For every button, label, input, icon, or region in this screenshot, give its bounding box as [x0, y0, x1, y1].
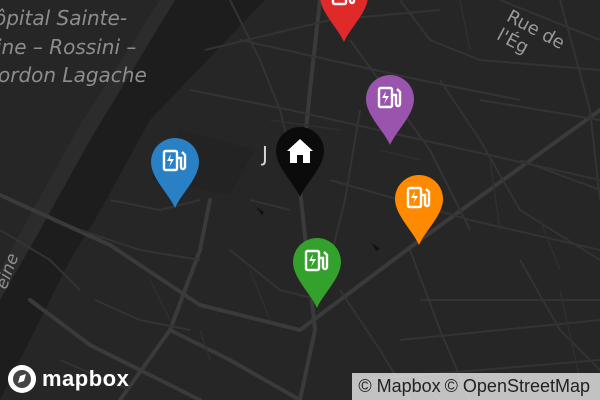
- osm-attribution-link[interactable]: © OpenStreetMap: [445, 376, 590, 397]
- ev-charger-marker-green[interactable]: [289, 234, 345, 310]
- ev-charging-icon: [293, 238, 341, 308]
- mapbox-logo-icon: [8, 365, 36, 393]
- ev-charging-icon: [320, 0, 368, 42]
- map-canvas[interactable]: [0, 0, 600, 400]
- area-label: ordon Lagache: [0, 63, 147, 87]
- ev-charger-marker-blue[interactable]: [147, 134, 203, 210]
- mapbox-attribution-link[interactable]: © Mapbox: [358, 376, 440, 397]
- home-icon: [276, 127, 324, 197]
- ev-charger-marker-purple[interactable]: [362, 71, 418, 147]
- ev-charger-marker-red[interactable]: [316, 0, 372, 44]
- ev-charging-icon: [395, 175, 443, 245]
- area-label: ôpital Sainte-: [0, 6, 128, 30]
- ev-charging-icon: [151, 138, 199, 208]
- ev-charger-marker-orange[interactable]: [391, 171, 447, 247]
- home-marker[interactable]: [272, 123, 328, 199]
- mapbox-logo[interactable]: mapbox: [8, 364, 129, 394]
- area-label: ine – Rossini –: [0, 35, 137, 59]
- attribution-bar: © Mapbox © OpenStreetMap: [352, 373, 600, 400]
- mapbox-logo-text: mapbox: [42, 366, 130, 391]
- ev-charging-icon: [366, 75, 414, 145]
